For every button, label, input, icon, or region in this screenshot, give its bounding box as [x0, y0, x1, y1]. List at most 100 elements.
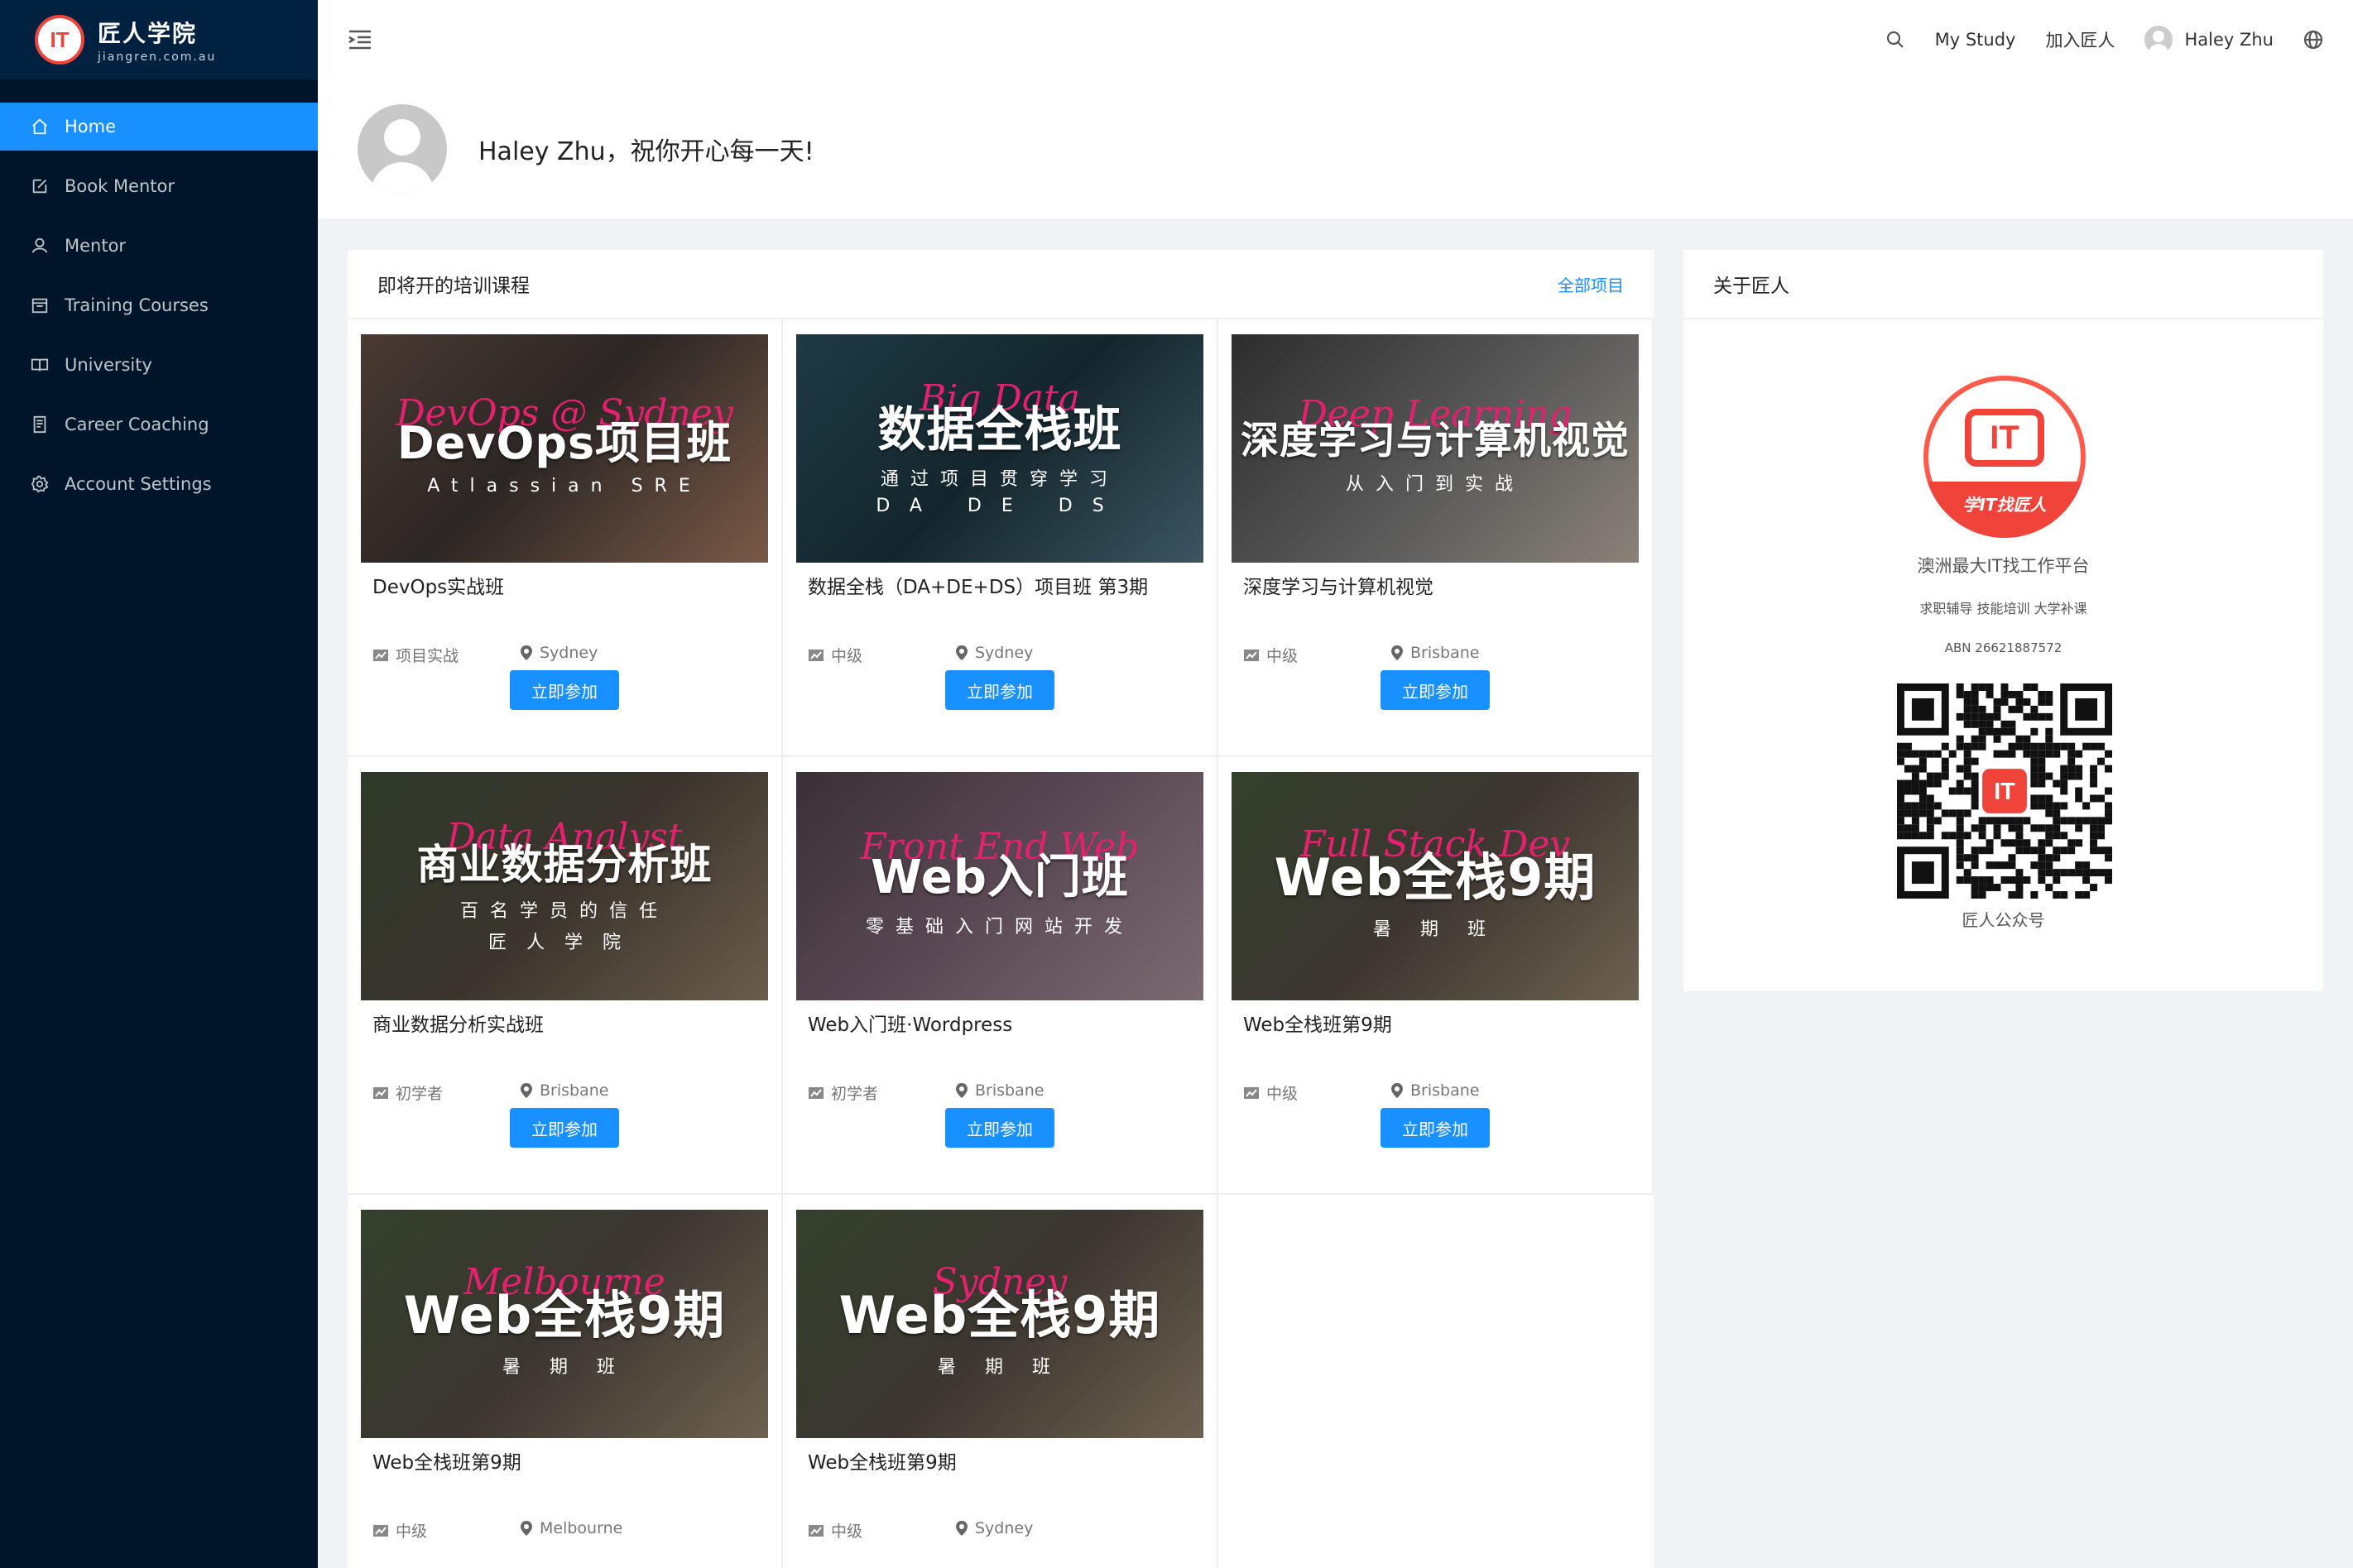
book-icon: [30, 355, 50, 375]
course-thumbnail[interactable]: Sydney Web全栈9期暑 期 班: [796, 1210, 1203, 1438]
course-level: 项目实战: [372, 644, 459, 666]
user-icon: [30, 236, 50, 256]
thumbnail-headline: Web全栈9期: [1274, 846, 1597, 908]
course-level: 初学者: [372, 1081, 443, 1104]
course-location: Brisbane: [520, 1081, 608, 1100]
logo[interactable]: IT 匠人学院 jiangren.com.au: [0, 0, 318, 79]
course-location: Sydney: [955, 1519, 1033, 1537]
course-location: Sydney: [520, 644, 598, 662]
course-location: Brisbane: [1390, 1081, 1479, 1100]
course-card[interactable]: Front End Web Web入门班 零基础入门网站开发 Web入门班·Wordp…: [783, 757, 1218, 1195]
all-projects-link[interactable]: 全部项目: [1558, 272, 1624, 296]
course-title[interactable]: Web全栈班第9期: [808, 1446, 957, 1474]
join-course-button[interactable]: 立即参加: [1381, 670, 1490, 710]
course-location: Brisbane: [955, 1081, 1044, 1100]
file-icon: [30, 415, 50, 434]
course-title[interactable]: 商业数据分析实战班: [372, 1009, 544, 1037]
location-pin-icon: [956, 1083, 968, 1098]
join-course-button[interactable]: 立即参加: [945, 1108, 1054, 1148]
thumbnail-headline: 商业数据分析班: [416, 840, 713, 889]
thumbnail-headline: Web入门班: [871, 851, 1129, 905]
course-card[interactable]: Sydney Web全栈9期暑 期 班 Web全栈班第9期 中级 Sydney: [783, 1195, 1218, 1568]
course-title[interactable]: DevOps实战班: [372, 571, 504, 599]
thumbnail-subtitle: 暑 期 班: [938, 1357, 1062, 1379]
chart-icon: [1244, 1086, 1259, 1099]
course-card[interactable]: Data Analyst 商业数据分析班 百名学员的信任 匠人学院 商业数据分析实战班初…: [348, 757, 783, 1195]
course-thumbnail[interactable]: Big Data 数据全栈班 通过项目贯穿学习 DA DE DS: [796, 334, 1203, 563]
logo-title: 匠人学院: [98, 20, 198, 47]
course-level: 初学者: [808, 1081, 878, 1104]
course-thumbnail[interactable]: Data Analyst 商业数据分析班 百名学员的信任 匠人学院: [361, 772, 768, 1000]
location-pin-icon: [1391, 1083, 1403, 1098]
course-level: 中级: [808, 644, 862, 666]
course-level: 中级: [372, 1519, 427, 1542]
join-course-button[interactable]: 立即参加: [1381, 1108, 1490, 1148]
course-title[interactable]: Web全栈班第9期: [1243, 1009, 1392, 1037]
sidebar-item-training-courses[interactable]: Training Courses: [0, 281, 318, 329]
course-level: 中级: [1243, 1081, 1298, 1104]
course-title[interactable]: 深度学习与计算机视觉: [1243, 571, 1433, 599]
course-card[interactable]: DevOps @ Sydney DevOps项目班 Atlassian SRE Dev…: [348, 319, 783, 757]
logo-subtitle: jiangren.com.au: [98, 50, 217, 64]
course-card[interactable]: Melbourne Web全栈9期暑 期 班 Web全栈班第9期 中级 Melbourn…: [348, 1195, 783, 1568]
chart-icon: [373, 1524, 388, 1537]
menu-fold-icon[interactable]: [348, 27, 372, 52]
course-title[interactable]: Web全栈班第9期: [372, 1446, 521, 1474]
profile-avatar: [358, 104, 447, 194]
course-thumbnail[interactable]: Deep Learning 深度学习与计算机视觉 从入门到实战: [1232, 334, 1639, 563]
location-pin-icon: [956, 1521, 968, 1536]
course-thumbnail[interactable]: Melbourne Web全栈9期暑 期 班: [361, 1210, 768, 1438]
brand-logo: IT 学IT找匠人: [1923, 376, 2086, 538]
join-course-button[interactable]: 立即参加: [510, 670, 619, 710]
chart-icon: [809, 1524, 824, 1537]
join-course-button[interactable]: 立即参加: [945, 670, 1054, 710]
globe-icon[interactable]: [2303, 30, 2323, 50]
about-card-title: 关于匠人: [1713, 276, 1789, 297]
thumbnail-subtitle-2: DA DE DS: [876, 496, 1124, 517]
thumbnail-headline: Web全栈9期: [838, 1284, 1161, 1345]
sidebar-item-career-coaching[interactable]: Career Coaching: [0, 400, 318, 448]
home-icon: [30, 117, 50, 137]
svg-text:IT: IT: [1994, 779, 2015, 805]
course-card[interactable]: Deep Learning 深度学习与计算机视觉 从入门到实战 深度学习与计算机视觉中…: [1218, 319, 1654, 757]
sidebar-menu: Home Book Mentor Mentor Training Courses…: [0, 103, 318, 508]
calendar-icon: [30, 295, 50, 315]
my-study-link[interactable]: My Study: [1935, 30, 2016, 50]
join-course-button[interactable]: 立即参加: [510, 1108, 619, 1148]
about-services: 求职辅导 技能培训 大学补课: [1919, 601, 2087, 616]
sidebar-item-account-settings[interactable]: Account Settings: [0, 460, 318, 508]
about-card: 关于匠人 IT 学IT找匠人 澳洲最大IT找工作平台 求职辅导 技能培训 大学补…: [1683, 250, 2323, 991]
courses-card-title: 即将开的培训课程: [377, 276, 530, 297]
thumbnail-headline: Web全栈9期: [403, 1284, 726, 1345]
thumbnail-subtitle: Atlassian SRE: [427, 476, 702, 497]
thumbnail-headline: DevOps项目班: [396, 416, 732, 469]
sidebar-item-mentor[interactable]: Mentor: [0, 222, 318, 270]
thumbnail-subtitle: 百名学员的信任: [459, 900, 669, 922]
sidebar-item-university[interactable]: University: [0, 341, 318, 389]
thumbnail-headline: 数据全栈班: [877, 400, 1122, 458]
sidebar-item-book-mentor[interactable]: Book Mentor: [0, 162, 318, 210]
gear-icon: [30, 474, 50, 494]
sidebar-item-home[interactable]: Home: [0, 103, 318, 151]
course-card[interactable]: Big Data 数据全栈班 通过项目贯穿学习 DA DE DS 数据全栈（DA+DE+…: [783, 319, 1218, 757]
about-abn: ABN 26621887572: [1944, 640, 2062, 655]
course-title[interactable]: 数据全栈（DA+DE+DS）项目班 第3期: [808, 571, 1148, 599]
course-card[interactable]: Full Stack Dev Web全栈9期暑 期 班 Web全栈班第9期中级 Bri…: [1218, 757, 1654, 1195]
course-title[interactable]: Web入门班·Wordpress: [808, 1009, 1012, 1037]
chart-icon: [373, 1086, 388, 1099]
chart-icon: [373, 649, 388, 661]
about-tagline: 澳洲最大IT找工作平台: [1917, 556, 2090, 576]
search-icon[interactable]: [1885, 30, 1905, 50]
course-thumbnail[interactable]: DevOps @ Sydney DevOps项目班 Atlassian SRE: [361, 334, 768, 563]
top-header: My Study 加入匠人 Haley Zhu: [318, 0, 2353, 79]
location-pin-icon: [521, 645, 532, 660]
user-menu[interactable]: Haley Zhu: [2144, 26, 2274, 54]
course-thumbnail[interactable]: Full Stack Dev Web全栈9期暑 期 班: [1232, 772, 1639, 1000]
user-name: Haley Zhu: [2184, 30, 2274, 50]
welcome-banner: Haley Zhu，祝你开心每一天!: [318, 79, 2353, 218]
join-link[interactable]: 加入匠人: [2045, 27, 2115, 52]
edit-icon: [30, 176, 50, 196]
course-thumbnail[interactable]: Front End Web Web入门班 零基础入门网站开发: [796, 772, 1203, 1000]
thumbnail-subtitle: 暑 期 班: [502, 1357, 627, 1379]
location-pin-icon: [1391, 645, 1403, 660]
